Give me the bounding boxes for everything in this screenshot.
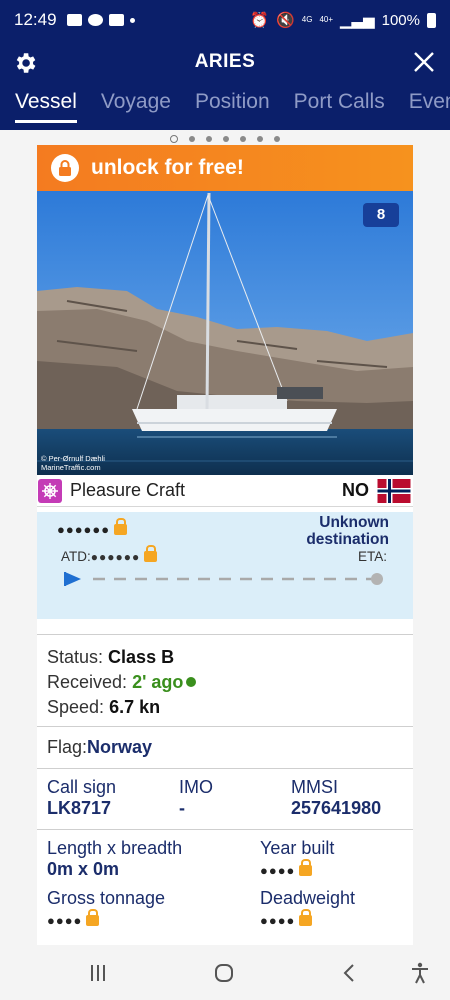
unlock-text: unlock for free!	[91, 156, 244, 179]
settings-gear-icon[interactable]	[12, 50, 38, 76]
status-value: Class B	[108, 647, 175, 667]
page-dot	[240, 136, 246, 142]
system-nav-bar	[0, 945, 450, 1000]
network-indicator-2: 40+	[319, 15, 334, 24]
photo-count-badge: 8	[363, 203, 399, 227]
page-dot	[223, 136, 229, 142]
atd: ATD:●●●●●●	[61, 545, 158, 564]
dimensions-section: Length x breadth 0m x 0m Year built ●●●●…	[37, 830, 413, 938]
lock-icon	[51, 154, 79, 182]
padlock-icon	[114, 518, 128, 535]
tab-port-calls[interactable]: Port Calls	[294, 88, 385, 120]
page-dot	[257, 136, 263, 142]
flag-code: NO	[342, 480, 369, 500]
padlock-icon	[299, 859, 313, 876]
recent-apps-icon[interactable]	[86, 961, 110, 985]
identifiers-section: Call sign LK8717 IMO - MMSI 257641980	[47, 777, 382, 818]
padlock-icon	[144, 545, 158, 562]
clock: 12:49	[14, 10, 57, 29]
vessel-name-title: ARIES	[194, 51, 256, 72]
unlock-banner[interactable]: unlock for free!	[37, 145, 413, 191]
end-marker-icon	[371, 573, 383, 585]
padlock-icon	[299, 909, 313, 926]
battery-level: 100%	[381, 11, 420, 29]
tab-vessel[interactable]: Vessel	[15, 88, 77, 123]
page-dot	[170, 135, 178, 143]
sync-icon	[87, 14, 103, 26]
speed-value: 6.7 kn	[109, 697, 161, 717]
app-header: ARIES Vessel Voyage Position Port Calls …	[0, 40, 450, 130]
online-dot-icon	[186, 677, 197, 687]
vessel-type-label: Pleasure Craft	[70, 480, 186, 500]
callsign-value: LK8717	[47, 798, 112, 818]
eta-label: ETA:	[357, 549, 387, 564]
received-value: 2' ago	[132, 672, 184, 692]
page-dot	[274, 136, 280, 142]
destination: Unknown destination	[306, 514, 389, 548]
padlock-icon	[86, 909, 100, 926]
accessibility-icon[interactable]	[408, 961, 432, 985]
masked-origin: ●●●●●●	[57, 518, 128, 537]
length-value: 0m x 0m	[47, 859, 120, 879]
back-icon[interactable]	[338, 961, 362, 985]
vessel-card: unlock for free! 8 © Per-Ørnulf Dæhli Ma…	[37, 145, 413, 945]
status-bar: 12:49 ⏰ 🔇 4G 40+ ▁▃▅ 100%	[0, 0, 450, 40]
tab-events[interactable]: Even	[409, 88, 450, 120]
norway-flag-icon	[377, 478, 411, 503]
home-icon[interactable]	[212, 961, 236, 985]
alarm-icon: ⏰	[250, 12, 270, 29]
vessel-image	[37, 191, 413, 475]
youtube-icon	[108, 14, 124, 26]
mute-icon: 🔇	[276, 12, 295, 29]
year-built-locked[interactable]: ●●●●	[260, 859, 403, 880]
gross-tonnage-locked[interactable]: ●●●●	[47, 909, 260, 930]
message-icon	[66, 14, 82, 26]
mmsi-value: 257641980	[291, 798, 382, 818]
flag-value: Norway	[87, 737, 153, 757]
imo-value: -	[179, 798, 185, 818]
signal-icon: ▁▃▅	[340, 12, 375, 29]
photo-credit: © Per-Ørnulf Dæhli MarineTraffic.com	[41, 454, 105, 472]
voyage-panel[interactable]: ●●●●●● Unknown destination ATD:●●●●●● ET…	[37, 512, 413, 619]
vessel-type-row: Pleasure Craft NO	[37, 475, 413, 507]
route-progress	[64, 572, 383, 586]
page-dot	[206, 136, 212, 142]
battery-icon	[427, 12, 436, 28]
close-icon[interactable]	[412, 50, 436, 74]
page-indicator	[0, 134, 450, 144]
tab-voyage[interactable]: Voyage	[101, 88, 171, 120]
page-dot	[189, 136, 195, 142]
notification-dot-icon	[129, 17, 135, 23]
pleasure-craft-icon	[38, 478, 62, 503]
tab-position[interactable]: Position	[195, 88, 270, 120]
network-indicator: 4G	[301, 15, 313, 24]
start-marker-icon	[65, 572, 81, 586]
tab-bar: Vessel Voyage Position Port Calls Even	[0, 84, 450, 130]
deadweight-locked[interactable]: ●●●●	[260, 909, 403, 930]
status-section: Status: Class B Received: 2' ago Speed: …	[37, 635, 413, 726]
flag-row: Flag:Norway	[47, 737, 153, 757]
vessel-photo[interactable]: 8 © Per-Ørnulf Dæhli MarineTraffic.com	[37, 191, 413, 475]
